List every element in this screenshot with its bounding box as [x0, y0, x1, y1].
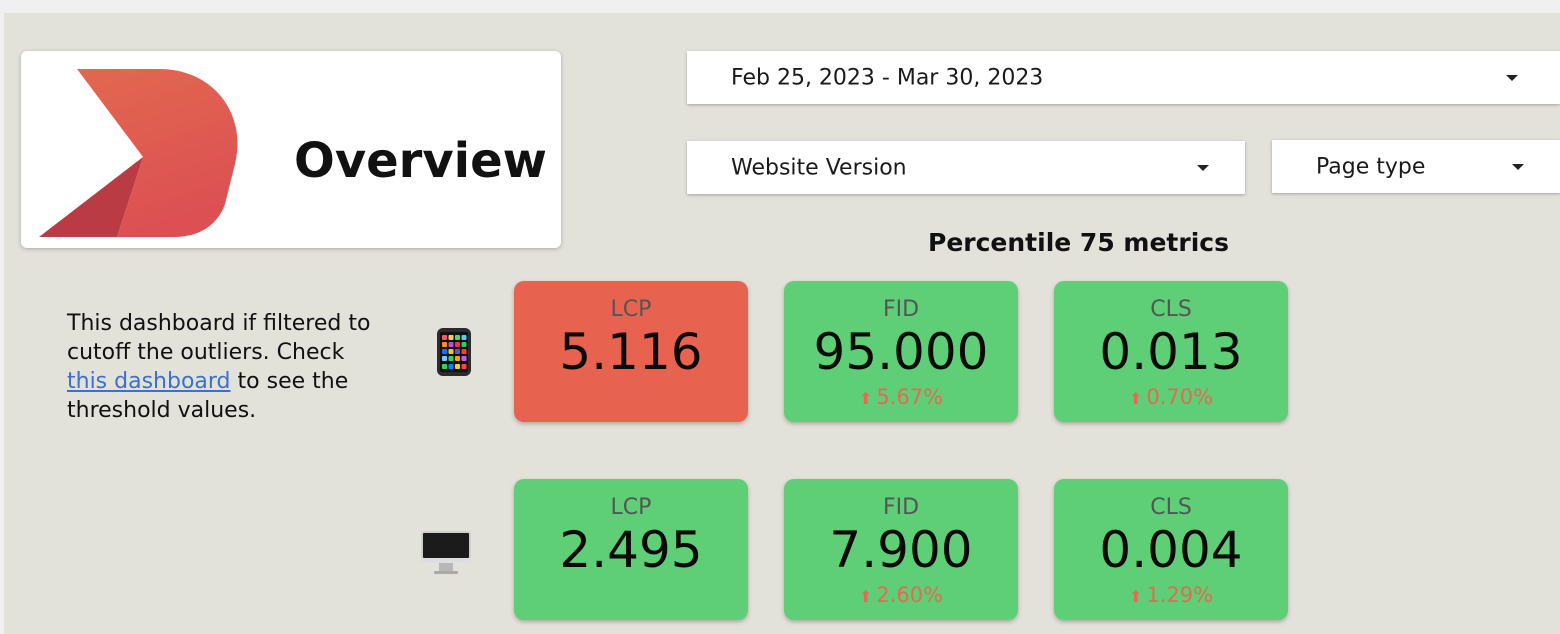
- metric-change-value: 1.29%: [1146, 583, 1214, 607]
- page-type-label: Page type: [1316, 154, 1426, 179]
- section-title: Percentile 75 metrics: [928, 228, 1229, 257]
- metric-card-mobile-lcp: LCP 5.116: [514, 281, 748, 422]
- metric-change: ⬆ 2.60%: [784, 583, 1018, 607]
- arrow-up-icon: ⬆: [858, 587, 873, 606]
- brand-logo-icon: [39, 69, 238, 237]
- metric-value: 0.013: [1099, 323, 1243, 381]
- metric-label: LCP: [610, 297, 652, 322]
- metric-change-value: 0.70%: [1146, 385, 1214, 409]
- date-range-value: Feb 25, 2023 - Mar 30, 2023: [731, 65, 1044, 90]
- metric-value: 7.900: [829, 521, 973, 579]
- metric-label: CLS: [1150, 297, 1192, 322]
- metric-change: ⬆ 1.29%: [1054, 583, 1288, 607]
- metric-change-value: 2.60%: [876, 583, 944, 607]
- website-version-label: Website Version: [731, 155, 907, 180]
- metric-label: LCP: [610, 495, 652, 520]
- page-type-selector[interactable]: Page type: [1272, 140, 1560, 193]
- metric-change: ⬆ 5.67%: [784, 385, 1018, 409]
- metric-label: FID: [882, 297, 920, 322]
- arrow-up-icon: ⬆: [1128, 389, 1143, 408]
- metric-value: 95.000: [813, 323, 989, 381]
- date-range-selector[interactable]: Feb 25, 2023 - Mar 30, 2023: [687, 51, 1560, 104]
- metric-card-mobile-fid: FID 95.000 ⬆ 5.67%: [784, 281, 1018, 422]
- chevron-down-icon: [1197, 164, 1209, 171]
- page-title: Overview: [294, 133, 547, 189]
- metric-card-mobile-cls: CLS 0.013 ⬆ 0.70%: [1054, 281, 1288, 422]
- note-text-before: This dashboard if filtered to cutoff the…: [67, 311, 371, 365]
- chevron-down-icon: [1512, 163, 1524, 170]
- chevron-down-icon: [1506, 74, 1518, 81]
- mobile-phone-icon: [435, 327, 473, 381]
- website-version-selector[interactable]: Website Version: [687, 141, 1245, 194]
- metric-value: 0.004: [1099, 521, 1243, 579]
- metric-change-value: 5.67%: [876, 385, 944, 409]
- metric-label: CLS: [1150, 495, 1192, 520]
- metric-value: 2.495: [559, 521, 703, 579]
- metric-change: ⬆ 0.70%: [1054, 385, 1288, 409]
- metric-card-desktop-fid: FID 7.900 ⬆ 2.60%: [784, 479, 1018, 620]
- metric-card-desktop-cls: CLS 0.004 ⬆ 1.29%: [1054, 479, 1288, 620]
- desktop-computer-icon: [420, 530, 472, 580]
- metric-card-desktop-lcp: LCP 2.495: [514, 479, 748, 620]
- dashboard-note: This dashboard if filtered to cutoff the…: [67, 309, 387, 425]
- metric-value: 5.116: [559, 323, 703, 381]
- header-card: Overview: [21, 51, 561, 248]
- arrow-up-icon: ⬆: [858, 389, 873, 408]
- metric-label: FID: [882, 495, 920, 520]
- arrow-up-icon: ⬆: [1128, 587, 1143, 606]
- threshold-dashboard-link[interactable]: this dashboard: [67, 369, 231, 394]
